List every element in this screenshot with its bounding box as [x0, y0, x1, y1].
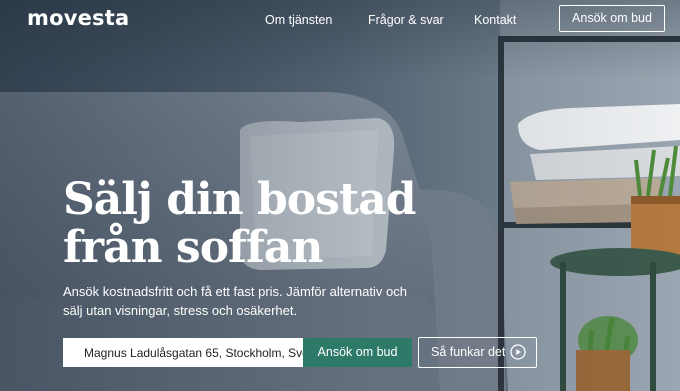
- hero-headline-line1: Sälj din bostad: [63, 174, 417, 225]
- address-input[interactable]: [63, 338, 304, 367]
- logo[interactable]: movesta: [27, 6, 129, 30]
- hero-headline: Sälj din bostad från soffan: [63, 174, 417, 273]
- how-it-works-button[interactable]: Så funkar det: [418, 337, 537, 368]
- nav-link-kontakt[interactable]: Kontakt: [474, 13, 516, 27]
- header-apply-button[interactable]: Ansök om bud: [559, 5, 665, 32]
- nav-link-fragor-svar[interactable]: Frågor & svar: [368, 13, 444, 27]
- hero-headline-line2: från soffan: [63, 222, 323, 273]
- apply-bid-button[interactable]: Ansök om bud: [303, 338, 412, 367]
- hero-section: movesta Om tjänsten Frågor & svar Kontak…: [0, 0, 680, 391]
- play-circle-icon: [510, 344, 526, 360]
- how-it-works-label: Så funkar det: [431, 345, 506, 359]
- hero-subtext: Ansök kostnadsfritt och få ett fast pris…: [63, 284, 407, 318]
- nav-link-om-tjansten[interactable]: Om tjänsten: [265, 13, 332, 27]
